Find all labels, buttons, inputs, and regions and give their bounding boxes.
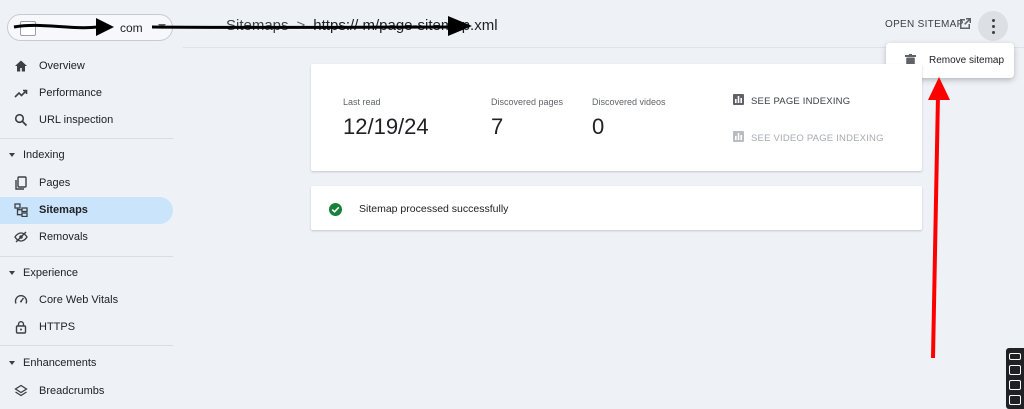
sidebar-item-core-web-vitals[interactable]: Core Web Vitals <box>0 287 173 314</box>
toolbar-handle-icon[interactable] <box>1009 353 1021 360</box>
floating-toolbar <box>1006 348 1024 409</box>
discovered-videos-label: Discovered videos <box>592 97 666 107</box>
speed-gauge-icon <box>14 295 28 304</box>
breadcrumb: Sitemaps > https:// m/page-sitemap.xml <box>226 17 498 34</box>
sidebar-section-indexing[interactable]: Indexing <box>0 146 173 166</box>
layers-icon <box>14 384 28 397</box>
sidebar-section-experience[interactable]: Experience <box>0 264 173 284</box>
see-page-indexing-label: SEE PAGE INDEXING <box>751 96 851 107</box>
sidebar-item-pages[interactable]: Pages <box>0 170 173 197</box>
caret-down-icon <box>9 361 15 365</box>
video-camera-icon[interactable] <box>1009 380 1021 390</box>
sidebar-divider <box>0 138 173 139</box>
visibility-off-icon <box>14 231 28 243</box>
sidebar-item-performance[interactable]: Performance <box>0 80 173 107</box>
sidebar-item-url-inspection[interactable]: URL inspection <box>0 107 173 134</box>
sitemap-icon <box>14 203 28 217</box>
sidebar-item-label: Removals <box>39 231 88 243</box>
pages-icon <box>15 176 27 190</box>
sidebar-divider <box>0 256 173 257</box>
home-icon <box>15 60 27 72</box>
bar-chart-icon <box>733 131 744 142</box>
window-icon[interactable] <box>1009 395 1021 405</box>
open-in-new-icon[interactable] <box>957 16 973 32</box>
see-page-indexing-button[interactable]: SEE PAGE INDEXING <box>733 94 850 107</box>
sidebar-divider <box>0 345 173 346</box>
sidebar-item-label: HTTPS <box>39 321 76 333</box>
remove-sitemap-menu-item[interactable]: Remove sitemap <box>929 55 1004 66</box>
lock-icon <box>15 321 27 334</box>
see-video-page-indexing-label: SEE VIDEO PAGE INDEXING <box>751 133 884 144</box>
sidebar-item-sitemaps[interactable]: Sitemaps <box>0 197 173 224</box>
sidebar-section-label: Enhancements <box>23 357 97 369</box>
sidebar-item-breadcrumbs[interactable]: Breadcrumbs <box>0 378 173 405</box>
open-sitemap-button[interactable]: OPEN SITEMAP <box>885 19 964 30</box>
sidebar-item-label: Pages <box>39 177 71 189</box>
sidebar-item-label: URL inspection <box>39 114 114 126</box>
search-icon <box>14 113 28 127</box>
check-circle-icon <box>329 203 342 216</box>
status-message: Sitemap processed successfully <box>359 203 509 215</box>
red-pointer-arrow-head <box>928 77 950 100</box>
sidebar-item-label: Performance <box>39 87 102 99</box>
sidebar-section-label: Indexing <box>23 149 65 161</box>
more-vert-icon <box>992 19 995 22</box>
caret-down-icon <box>9 153 15 157</box>
sitemap-status-card: Sitemap processed successfully <box>311 186 922 230</box>
sidebar-item-label: Overview <box>39 60 85 72</box>
camera-icon[interactable] <box>1009 365 1021 375</box>
trending-up-icon <box>14 89 28 98</box>
sidebar-section-label: Experience <box>23 267 79 279</box>
chevron-down-icon <box>158 24 166 29</box>
sidebar-item-overview[interactable]: Overview <box>0 53 173 80</box>
last-read-label: Last read <box>343 97 381 107</box>
bar-chart-icon <box>733 94 744 105</box>
see-video-page-indexing-button[interactable]: SEE VIDEO PAGE INDEXING <box>733 131 884 144</box>
caret-down-icon <box>9 271 15 275</box>
sidebar-item-https[interactable]: HTTPS <box>0 314 173 341</box>
property-name: com <box>120 21 143 35</box>
site-favicon-icon <box>20 21 36 36</box>
breadcrumb-sitemaps-link[interactable]: Sitemaps <box>226 17 289 34</box>
sidebar-item-label: Core Web Vitals <box>39 294 119 306</box>
sidebar-item-label: Breadcrumbs <box>39 385 105 397</box>
sidebar-item-removals[interactable]: Removals <box>0 224 173 251</box>
sitemap-summary-card: Last read 12/19/24 Discovered pages 7 Di… <box>311 64 922 171</box>
sidebar-item-label: Sitemaps <box>39 204 88 216</box>
breadcrumb-separator: > <box>296 17 306 34</box>
breadcrumb-sitemap-url: https:// m/page-sitemap.xml <box>313 17 498 34</box>
last-read-value: 12/19/24 <box>343 114 429 139</box>
discovered-videos-value: 0 <box>592 114 605 139</box>
discovered-pages-value: 7 <box>491 114 504 139</box>
sidebar-section-enhancements[interactable]: Enhancements <box>0 354 173 374</box>
more-options-button[interactable] <box>978 11 1008 41</box>
property-selector[interactable]: com <box>7 14 173 41</box>
red-pointer-arrow <box>931 94 940 359</box>
discovered-pages-label: Discovered pages <box>491 97 564 107</box>
